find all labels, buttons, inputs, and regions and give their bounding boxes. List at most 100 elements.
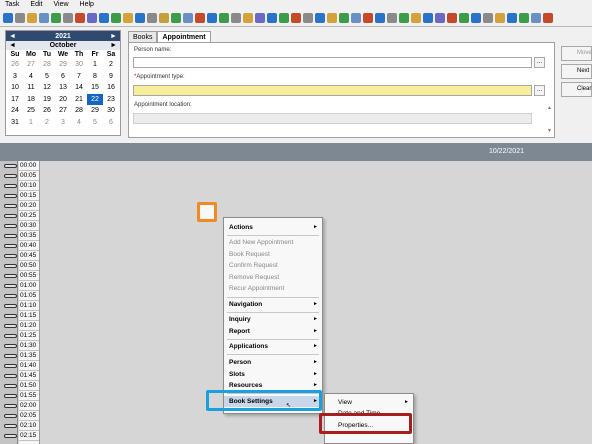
menu-task[interactable]: Task: [5, 0, 19, 10]
selected-slot-highlight[interactable]: [197, 202, 217, 222]
calendar-day[interactable]: 16: [103, 82, 119, 94]
prev-month-arrow-icon[interactable]: ◄: [9, 42, 16, 49]
toolbar-tool-icon[interactable]: [243, 13, 253, 23]
toolbar-tool-icon[interactable]: [507, 13, 517, 23]
menu-item-report[interactable]: Report ►: [224, 326, 322, 337]
toolbar-tool-icon[interactable]: [123, 13, 133, 23]
calendar-day[interactable]: 5: [39, 71, 55, 83]
toolbar-tool-icon[interactable]: [495, 13, 505, 23]
toolbar-tool-icon[interactable]: [423, 13, 433, 23]
menu-help[interactable]: Help: [80, 0, 94, 10]
toolbar-tool-icon[interactable]: [339, 13, 349, 23]
move-button[interactable]: Move: [561, 46, 592, 61]
toolbar-tool-icon[interactable]: [447, 13, 457, 23]
menu-edit[interactable]: Edit: [30, 0, 42, 10]
calendar-day[interactable]: 6: [103, 117, 119, 129]
calendar-day[interactable]: 5: [87, 117, 103, 129]
menu-item-applications[interactable]: Applications ►: [224, 341, 322, 352]
calendar-day[interactable]: 18: [23, 94, 39, 106]
calendar-day[interactable]: 7: [71, 71, 87, 83]
calendar-day[interactable]: 28: [39, 59, 55, 71]
toolbar-tool-icon[interactable]: [159, 13, 169, 23]
scroll-down-icon[interactable]: ▼: [547, 128, 553, 134]
toolbar-tool-icon[interactable]: [267, 13, 277, 23]
toolbar-tool-icon[interactable]: [63, 13, 73, 23]
toolbar-tool-icon[interactable]: [387, 13, 397, 23]
scroll-up-icon[interactable]: ▲: [547, 105, 553, 111]
type-browse-button[interactable]: ...: [534, 85, 545, 96]
toolbar-tool-icon[interactable]: [519, 13, 529, 23]
toolbar-tool-icon[interactable]: [363, 13, 373, 23]
menu-item-recur-appointment[interactable]: Recur Appointment: [224, 283, 322, 294]
toolbar-tool-icon[interactable]: [291, 13, 301, 23]
calendar-day[interactable]: 30: [71, 59, 87, 71]
toolbar-tool-icon[interactable]: [543, 13, 553, 23]
calendar-day-selected[interactable]: 22: [87, 93, 103, 105]
tab-appointment[interactable]: Appointment: [157, 31, 211, 42]
calendar-day[interactable]: 2: [103, 59, 119, 71]
calendar-day[interactable]: 6: [55, 71, 71, 83]
menu-item-actions[interactable]: Actions ►: [224, 222, 322, 233]
toolbar-tool-icon[interactable]: [315, 13, 325, 23]
prev-year-arrow-icon[interactable]: ◄: [9, 33, 16, 40]
menu-item-navigation[interactable]: Navigation ►: [224, 299, 322, 310]
tab-books[interactable]: Books: [128, 31, 158, 42]
menu-item-remove-request[interactable]: Remove Request: [224, 272, 322, 283]
toolbar-tool-icon[interactable]: [219, 13, 229, 23]
calendar-day[interactable]: 15: [87, 82, 103, 94]
toolbar-tool-icon[interactable]: [39, 13, 49, 23]
submenu-item-view[interactable]: View ►: [325, 397, 413, 408]
next-month-arrow-icon[interactable]: ►: [110, 42, 117, 49]
toolbar-tool-icon[interactable]: [531, 13, 541, 23]
toolbar-tool-icon[interactable]: [75, 13, 85, 23]
calendar-day[interactable]: 21: [71, 94, 87, 106]
calendar-day[interactable]: 30: [103, 105, 119, 117]
toolbar-tool-icon[interactable]: [351, 13, 361, 23]
next-year-arrow-icon[interactable]: ►: [110, 33, 117, 40]
toolbar-tool-icon[interactable]: [435, 13, 445, 23]
calendar-day[interactable]: 23: [103, 94, 119, 106]
toolbar-tool-icon[interactable]: [231, 13, 241, 23]
calendar-day[interactable]: 10: [7, 82, 23, 94]
person-browse-button[interactable]: ...: [534, 57, 545, 68]
toolbar-tool-icon[interactable]: [375, 13, 385, 23]
toolbar-tool-icon[interactable]: [15, 13, 25, 23]
calendar-day[interactable]: 3: [55, 117, 71, 129]
toolbar-tool-icon[interactable]: [3, 13, 13, 23]
calendar-day[interactable]: 14: [71, 82, 87, 94]
calendar-day[interactable]: 8: [87, 71, 103, 83]
calendar-day[interactable]: 11: [23, 82, 39, 94]
calendar-day[interactable]: 17: [7, 94, 23, 106]
calendar-day[interactable]: 19: [39, 94, 55, 106]
calendar-day[interactable]: 28: [71, 105, 87, 117]
calendar-day[interactable]: 9: [103, 71, 119, 83]
toolbar-tool-icon[interactable]: [51, 13, 61, 23]
toolbar-tool-icon[interactable]: [411, 13, 421, 23]
calendar-day[interactable]: 26: [39, 105, 55, 117]
calendar-day[interactable]: 31: [7, 117, 23, 129]
toolbar-tool-icon[interactable]: [99, 13, 109, 23]
toolbar-tool-icon[interactable]: [255, 13, 265, 23]
calendar-day[interactable]: 13: [55, 82, 71, 94]
person-name-field[interactable]: [133, 57, 532, 68]
toolbar-tool-icon[interactable]: [183, 13, 193, 23]
clear-button[interactable]: Clear: [561, 82, 592, 97]
calendar-day[interactable]: 27: [55, 105, 71, 117]
calendar-day[interactable]: 24: [7, 105, 23, 117]
toolbar-tool-icon[interactable]: [195, 13, 205, 23]
menu-item-person[interactable]: Person ►: [224, 357, 322, 368]
toolbar-tool-icon[interactable]: [327, 13, 337, 23]
calendar-day[interactable]: 4: [23, 71, 39, 83]
calendar-day[interactable]: 2: [39, 117, 55, 129]
calendar-day[interactable]: 20: [55, 94, 71, 106]
toolbar-tool-icon[interactable]: [399, 13, 409, 23]
menu-item-slots[interactable]: Slots ►: [224, 369, 322, 380]
toolbar-tool-icon[interactable]: [483, 13, 493, 23]
menu-item-book-request[interactable]: Book Request: [224, 249, 322, 260]
calendar-day[interactable]: 26: [7, 59, 23, 71]
toolbar-tool-icon[interactable]: [207, 13, 217, 23]
calendar-day[interactable]: 29: [55, 59, 71, 71]
calendar-day[interactable]: 1: [23, 117, 39, 129]
toolbar-tool-icon[interactable]: [27, 13, 37, 23]
calendar-day[interactable]: 27: [23, 59, 39, 71]
